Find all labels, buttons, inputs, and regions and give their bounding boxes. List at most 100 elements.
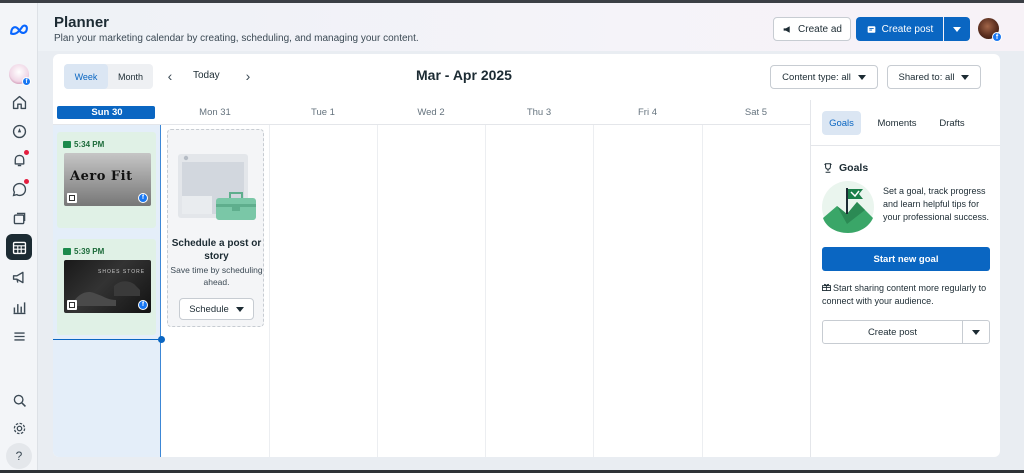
- planner-panel: Week Month ‹ Today › Mar - Apr 2025 Cont…: [53, 54, 1000, 457]
- post-thumbnail: Aero Fit f: [64, 153, 151, 206]
- goals-illustration: [822, 181, 874, 233]
- day-header-fri[interactable]: Fri 4: [593, 100, 702, 125]
- shared-to-label: Shared to: all: [898, 71, 955, 83]
- week-view-button[interactable]: Week: [64, 64, 108, 89]
- schedule-button[interactable]: Schedule: [179, 298, 254, 320]
- chevron-down-icon: [953, 26, 961, 32]
- day-header-tue[interactable]: Tue 1: [269, 100, 377, 125]
- notification-dot: [24, 150, 29, 155]
- day-label: Wed 2: [417, 106, 445, 118]
- day-label: Sun 30: [91, 106, 123, 118]
- date-range-title: Mar - Apr 2025: [416, 67, 512, 83]
- tab-drafts[interactable]: Drafts: [932, 111, 972, 135]
- start-new-goal-button[interactable]: Start new goal: [822, 247, 990, 271]
- day-label: Thu 3: [526, 106, 552, 118]
- facebook-icon: f: [138, 193, 148, 203]
- ads-icon[interactable]: [6, 264, 32, 290]
- column-divider: [593, 125, 594, 457]
- scheduled-icon: [63, 141, 71, 148]
- week-calendar: Sun 30 Mon 31 Tue 1 Wed 2 Thu 3 Fri 4 Sa…: [53, 100, 810, 457]
- megaphone-icon: [783, 25, 790, 33]
- create-ad-button[interactable]: Create ad: [773, 17, 851, 41]
- post-time-label: 5:34 PM: [74, 140, 105, 149]
- day-header-sun[interactable]: Sun 30: [53, 100, 161, 125]
- day-label: Mon 31: [199, 106, 231, 118]
- post-time: 5:39 PM: [63, 247, 104, 256]
- schedule-prompt-card: Schedule a post or story Save time by sc…: [167, 129, 264, 327]
- goals-heading-label: Goals: [839, 162, 869, 174]
- gift-icon: [822, 283, 831, 291]
- planner-icon[interactable]: [6, 234, 32, 260]
- current-time-line: [53, 339, 161, 340]
- column-divider: [377, 125, 378, 457]
- shared-to-filter[interactable]: Shared to: all: [887, 65, 981, 89]
- schedule-card-title: Schedule a post or story: [171, 238, 262, 262]
- facebook-badge-icon: f: [992, 32, 1002, 42]
- search-icon[interactable]: [6, 387, 32, 413]
- tab-goals[interactable]: Goals: [822, 111, 861, 135]
- notifications-icon[interactable]: [6, 147, 32, 173]
- create-post-dropdown-button[interactable]: [944, 17, 970, 41]
- post-thumbnail: SHOES STORE f: [64, 260, 151, 313]
- day-label: Sat 5: [744, 106, 768, 118]
- scheduled-post-card[interactable]: 5:39 PM SHOES STORE f: [57, 239, 156, 335]
- messages-icon[interactable]: [6, 176, 32, 202]
- side-panel: Goals Moments Drafts Goals Set a goal, t…: [810, 100, 1000, 457]
- sharing-tip-label: Start sharing content more regularly to …: [822, 283, 987, 306]
- schedule-button-label: Schedule: [189, 303, 229, 315]
- scheduled-post-card[interactable]: 5:34 PM Aero Fit f: [57, 132, 156, 228]
- chevron-down-icon: [972, 329, 980, 335]
- meta-logo-icon[interactable]: [6, 17, 32, 43]
- menu-icon[interactable]: [6, 323, 32, 349]
- insights-icon[interactable]: [6, 294, 32, 320]
- day-header-sat[interactable]: Sat 5: [702, 100, 810, 125]
- view-toggle: Week Month: [64, 64, 153, 89]
- post-type-icon: [67, 300, 77, 310]
- day-header-thu[interactable]: Thu 3: [485, 100, 593, 125]
- chevron-down-icon: [857, 74, 866, 80]
- home-icon[interactable]: [6, 89, 32, 115]
- schedule-illustration: [174, 140, 258, 232]
- schedule-card-description: Save time by scheduling ahead.: [170, 265, 263, 287]
- sharing-tip: Start sharing content more regularly to …: [822, 282, 994, 308]
- content-icon[interactable]: [6, 205, 32, 231]
- thumbnail-text: Aero Fit: [70, 169, 133, 184]
- post-time: 5:34 PM: [63, 140, 104, 149]
- column-divider: [702, 125, 703, 457]
- chevron-right-icon[interactable]: ›: [241, 68, 255, 84]
- day-label: Tue 1: [311, 106, 335, 118]
- month-view-button[interactable]: Month: [108, 64, 153, 89]
- day-header-mon[interactable]: Mon 31: [161, 100, 269, 125]
- content-type-label: Content type: all: [782, 71, 851, 83]
- left-navigation-rail: f ?: [0, 3, 38, 470]
- facebook-icon: f: [138, 300, 148, 310]
- page-header: Planner Plan your marketing calendar by …: [38, 3, 1024, 51]
- scheduled-icon: [63, 248, 71, 255]
- chevron-down-icon: [961, 74, 970, 80]
- create-ad-label: Create ad: [798, 23, 842, 35]
- page-subtitle: Plan your marketing calendar by creating…: [54, 33, 419, 44]
- content-type-filter[interactable]: Content type: all: [770, 65, 878, 89]
- compass-icon[interactable]: [6, 118, 32, 144]
- goals-heading: Goals: [822, 162, 868, 174]
- create-post-button[interactable]: Create post: [856, 17, 943, 41]
- trophy-icon: [824, 163, 832, 173]
- help-icon[interactable]: ?: [6, 443, 32, 469]
- column-divider: [269, 125, 270, 457]
- chevron-left-icon[interactable]: ‹: [163, 68, 177, 84]
- today-button[interactable]: Today: [193, 70, 220, 81]
- goals-description: Set a goal, track progress and learn hel…: [883, 186, 990, 222]
- post-time-label: 5:39 PM: [74, 247, 105, 256]
- day-label: Fri 4: [638, 106, 657, 118]
- side-create-post-dropdown[interactable]: [962, 320, 990, 344]
- side-create-post-button[interactable]: Create post: [822, 320, 963, 344]
- page-title: Planner: [54, 14, 110, 31]
- business-avatar[interactable]: f: [6, 61, 32, 87]
- post-icon: [867, 25, 875, 33]
- column-divider: [485, 125, 486, 457]
- user-avatar[interactable]: f: [978, 18, 1002, 42]
- tab-moments[interactable]: Moments: [871, 111, 923, 135]
- chevron-down-icon: [235, 306, 244, 312]
- day-header-wed[interactable]: Wed 2: [377, 100, 485, 125]
- settings-icon[interactable]: [6, 415, 32, 441]
